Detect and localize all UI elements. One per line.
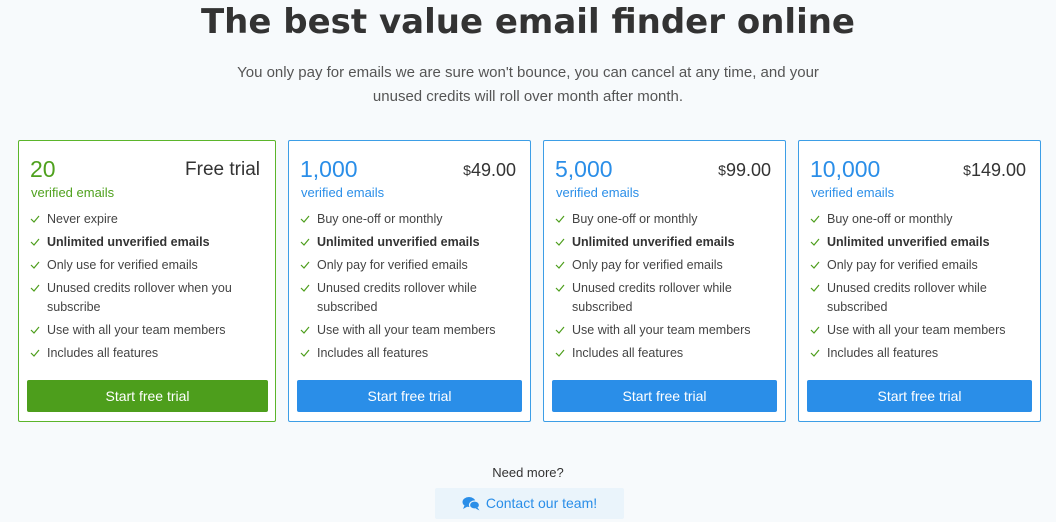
plan-card-5000: 5,000 verified emails $99.00 Buy one-off… (543, 140, 786, 422)
plan-card-10000: 10,000 verified emails $149.00 Buy one-o… (798, 140, 1041, 422)
currency-symbol: $ (463, 162, 471, 178)
check-icon (300, 261, 310, 269)
check-icon (810, 238, 820, 246)
feature-item: Buy one-off or monthly (300, 210, 522, 229)
check-icon (555, 349, 565, 357)
feature-item: Only pay for verified emails (810, 256, 1032, 275)
feature-item: Includes all features (555, 344, 777, 363)
plan-price: Free trial (185, 159, 260, 180)
check-icon (300, 284, 310, 292)
feature-item: Only use for verified emails (30, 256, 270, 275)
plan-price: $49.00 (463, 159, 516, 181)
plan-quantity: 20 (30, 156, 56, 182)
check-icon (555, 326, 565, 334)
plan-unit: verified emails (811, 185, 895, 200)
feature-item: Use with all your team members (810, 321, 1032, 340)
check-icon (810, 215, 820, 223)
start-free-trial-button[interactable]: Start free trial (807, 380, 1032, 412)
plan-price: $149.00 (963, 159, 1026, 181)
plan-price: $99.00 (718, 159, 771, 181)
feature-item: Never expire (30, 210, 270, 229)
check-icon (555, 238, 565, 246)
feature-item: Only pay for verified emails (300, 256, 522, 275)
check-icon (30, 326, 40, 334)
price-amount: 49.00 (470, 160, 516, 180)
feature-item: Use with all your team members (300, 321, 522, 340)
feature-item: Unused credits rollover while subscribed (555, 279, 777, 317)
need-more-label: Need more? (492, 465, 564, 480)
feature-item: Buy one-off or monthly (555, 210, 777, 229)
check-icon (555, 261, 565, 269)
subtitle-line-2: unused credits will roll over month afte… (372, 88, 684, 105)
chat-bubbles-icon (462, 497, 480, 511)
plan-features: Buy one-off or monthly Unlimited unverif… (555, 210, 777, 367)
feature-item: Only pay for verified emails (555, 256, 777, 275)
feature-item: Use with all your team members (30, 321, 270, 340)
check-icon (300, 238, 310, 246)
pricing-page: The best value email finder online You o… (0, 0, 1056, 522)
feature-item: Unused credits rollover while subscribed (810, 279, 1032, 317)
feature-item: Unlimited unverified emails (555, 233, 777, 252)
plan-quantity: 10,000 (810, 156, 881, 182)
check-icon (30, 261, 40, 269)
feature-item: Unused credits rollover while subscribed (300, 279, 522, 317)
check-icon (810, 326, 820, 334)
plan-features: Never expire Unlimited unverified emails… (30, 210, 270, 367)
check-icon (810, 284, 820, 292)
feature-item: Unlimited unverified emails (300, 233, 522, 252)
check-icon (555, 284, 565, 292)
price-amount: 99.00 (725, 160, 771, 180)
page-subtitle: You only pay for emails we are sure won'… (198, 61, 858, 109)
currency-symbol: $ (718, 162, 726, 178)
check-icon (300, 326, 310, 334)
contact-team-button[interactable]: Contact our team! (435, 488, 624, 519)
pricing-plans: 20 verified emails Free trial Never expi… (18, 140, 1042, 422)
plan-card-1000: 1,000 verified emails $49.00 Buy one-off… (288, 140, 531, 422)
check-icon (810, 261, 820, 269)
contact-label: Contact our team! (485, 495, 598, 511)
plan-quantity: 5,000 (555, 156, 613, 182)
feature-item: Includes all features (30, 344, 270, 363)
subtitle-line-1: You only pay for emails we are sure won'… (237, 64, 819, 81)
start-free-trial-button[interactable]: Start free trial (297, 380, 522, 412)
feature-item: Includes all features (810, 344, 1032, 363)
feature-item: Includes all features (300, 344, 522, 363)
check-icon (30, 349, 40, 357)
plan-features: Buy one-off or monthly Unlimited unverif… (810, 210, 1032, 367)
feature-item: Unused credits rollover when you subscrib… (30, 279, 270, 317)
check-icon (30, 215, 40, 223)
start-free-trial-button[interactable]: Start free trial (552, 380, 777, 412)
plan-unit: verified emails (31, 185, 115, 200)
currency-symbol: $ (963, 162, 971, 178)
plan-card-free: 20 verified emails Free trial Never expi… (18, 140, 276, 422)
plan-unit: verified emails (301, 185, 385, 200)
check-icon (555, 215, 565, 223)
page-title: The best value email finder online (200, 2, 855, 42)
check-icon (810, 349, 820, 357)
feature-item: Use with all your team members (555, 321, 777, 340)
check-icon (30, 238, 40, 246)
plan-features: Buy one-off or monthly Unlimited unverif… (300, 210, 522, 367)
check-icon (300, 349, 310, 357)
check-icon (300, 215, 310, 223)
feature-item: Buy one-off or monthly (810, 210, 1032, 229)
feature-item: Unlimited unverified emails (30, 233, 270, 252)
feature-item: Unlimited unverified emails (810, 233, 1032, 252)
plan-quantity: 1,000 (300, 156, 358, 182)
price-amount: 149.00 (970, 160, 1026, 180)
check-icon (30, 284, 40, 292)
start-free-trial-button[interactable]: Start free trial (27, 380, 268, 412)
plan-unit: verified emails (556, 185, 640, 200)
